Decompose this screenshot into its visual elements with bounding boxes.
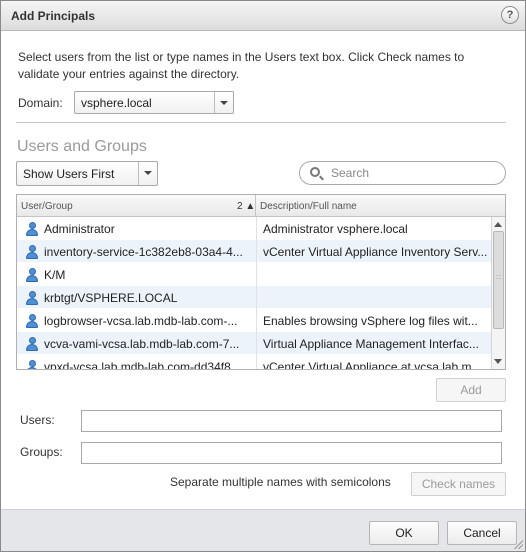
user-icon — [26, 314, 38, 328]
ok-button[interactable]: OK — [369, 521, 439, 545]
users-and-groups-heading: Users and Groups — [17, 138, 147, 155]
user-description: Enables browsing vSphere log files wit..… — [263, 314, 478, 328]
user-name: logbrowser-vcsa.lab.mdb-lab.com-... — [44, 314, 238, 328]
table-row[interactable]: inventory-service-1c382eb8-03a4-4... vCe… — [17, 240, 491, 263]
chevron-down-icon[interactable] — [138, 162, 157, 185]
users-field[interactable] — [81, 410, 502, 432]
table-header: User/Group 2 ▲ Description/Full name — [17, 195, 505, 217]
domain-label: Domain: — [18, 96, 63, 110]
user-name: vpxd-vcsa.lab.mdb-lab.com-dd34f8... — [44, 360, 241, 370]
column-header-user-group[interactable]: User/Group — [21, 201, 73, 212]
dialog-title: Add Principals — [11, 9, 96, 23]
scrollbar-thumb[interactable]: :: — [493, 231, 504, 329]
groups-label: Groups: — [20, 445, 63, 459]
table-row[interactable]: Administrator Administrator vsphere.loca… — [17, 217, 491, 240]
user-description: vCenter Virtual Appliance Inventory Serv… — [263, 245, 488, 259]
filter-value: Show Users First — [23, 167, 115, 181]
vertical-scrollbar[interactable]: :: — [491, 217, 505, 369]
table-row[interactable]: logbrowser-vcsa.lab.mdb-lab.com-... Enab… — [17, 309, 491, 332]
table-row[interactable]: vcva-vami-vcsa.lab.mdb-lab.com-7... Virt… — [17, 332, 491, 355]
table-row[interactable]: vpxd-vcsa.lab.mdb-lab.com-dd34f8... vCen… — [17, 355, 491, 370]
search-icon — [310, 167, 320, 177]
help-icon[interactable]: ? — [501, 6, 519, 24]
user-icon — [26, 268, 38, 282]
domain-select[interactable]: vsphere.local — [74, 91, 234, 114]
groups-field[interactable] — [81, 442, 502, 464]
user-name: Administrator — [44, 222, 115, 236]
divider — [16, 122, 506, 123]
user-name: vcva-vami-vcsa.lab.mdb-lab.com-7... — [44, 337, 240, 351]
principals-table: User/Group 2 ▲ Description/Full name Adm… — [16, 194, 506, 370]
dialog-footer: OK Cancel — [1, 509, 525, 551]
table-body: Administrator Administrator vsphere.loca… — [17, 217, 491, 370]
user-icon — [26, 337, 38, 351]
user-name: K/M — [44, 268, 66, 282]
cancel-button[interactable]: Cancel — [447, 521, 517, 545]
user-description: Administrator vsphere.local — [263, 222, 408, 236]
domain-value: vsphere.local — [81, 96, 152, 110]
title-bar[interactable]: Add Principals ? — [1, 1, 525, 31]
resize-grip-icon[interactable] — [513, 539, 523, 549]
show-users-first-select[interactable]: Show Users First — [16, 161, 158, 186]
user-name: inventory-service-1c382eb8-03a4-4... — [44, 245, 243, 259]
column-header-description[interactable]: Description/Full name — [260, 201, 357, 212]
sort-indicator[interactable]: 2 ▲ — [237, 201, 255, 212]
user-description: vCenter Virtual Appliance at vcsa.lab.m.… — [263, 360, 482, 370]
chevron-down-icon[interactable] — [214, 92, 233, 113]
user-icon — [26, 291, 38, 305]
add-button[interactable]: Add — [436, 378, 506, 402]
separator-hint: Separate multiple names with semicolons — [170, 475, 391, 489]
check-names-button[interactable]: Check names — [411, 472, 506, 496]
user-name: krbtgt/VSPHERE.LOCAL — [44, 291, 178, 305]
scroll-up-icon[interactable] — [494, 222, 502, 227]
column-separator[interactable] — [255, 195, 256, 217]
user-icon — [26, 245, 38, 259]
scroll-down-icon[interactable] — [494, 359, 502, 364]
search-input[interactable] — [331, 165, 491, 181]
table-row[interactable]: K/M — [17, 263, 491, 286]
table-row[interactable]: krbtgt/VSPHERE.LOCAL — [17, 286, 491, 309]
user-icon — [26, 360, 38, 369]
user-icon — [26, 222, 38, 236]
add-principals-dialog: Add Principals ? Select users from the l… — [0, 0, 526, 552]
instructions-text: Select users from the list or type names… — [18, 50, 465, 81]
users-label: Users: — [20, 413, 55, 427]
grip-icon: :: — [496, 274, 502, 281]
search-box[interactable] — [299, 161, 506, 185]
user-description: Virtual Appliance Management Interfac... — [263, 337, 479, 351]
